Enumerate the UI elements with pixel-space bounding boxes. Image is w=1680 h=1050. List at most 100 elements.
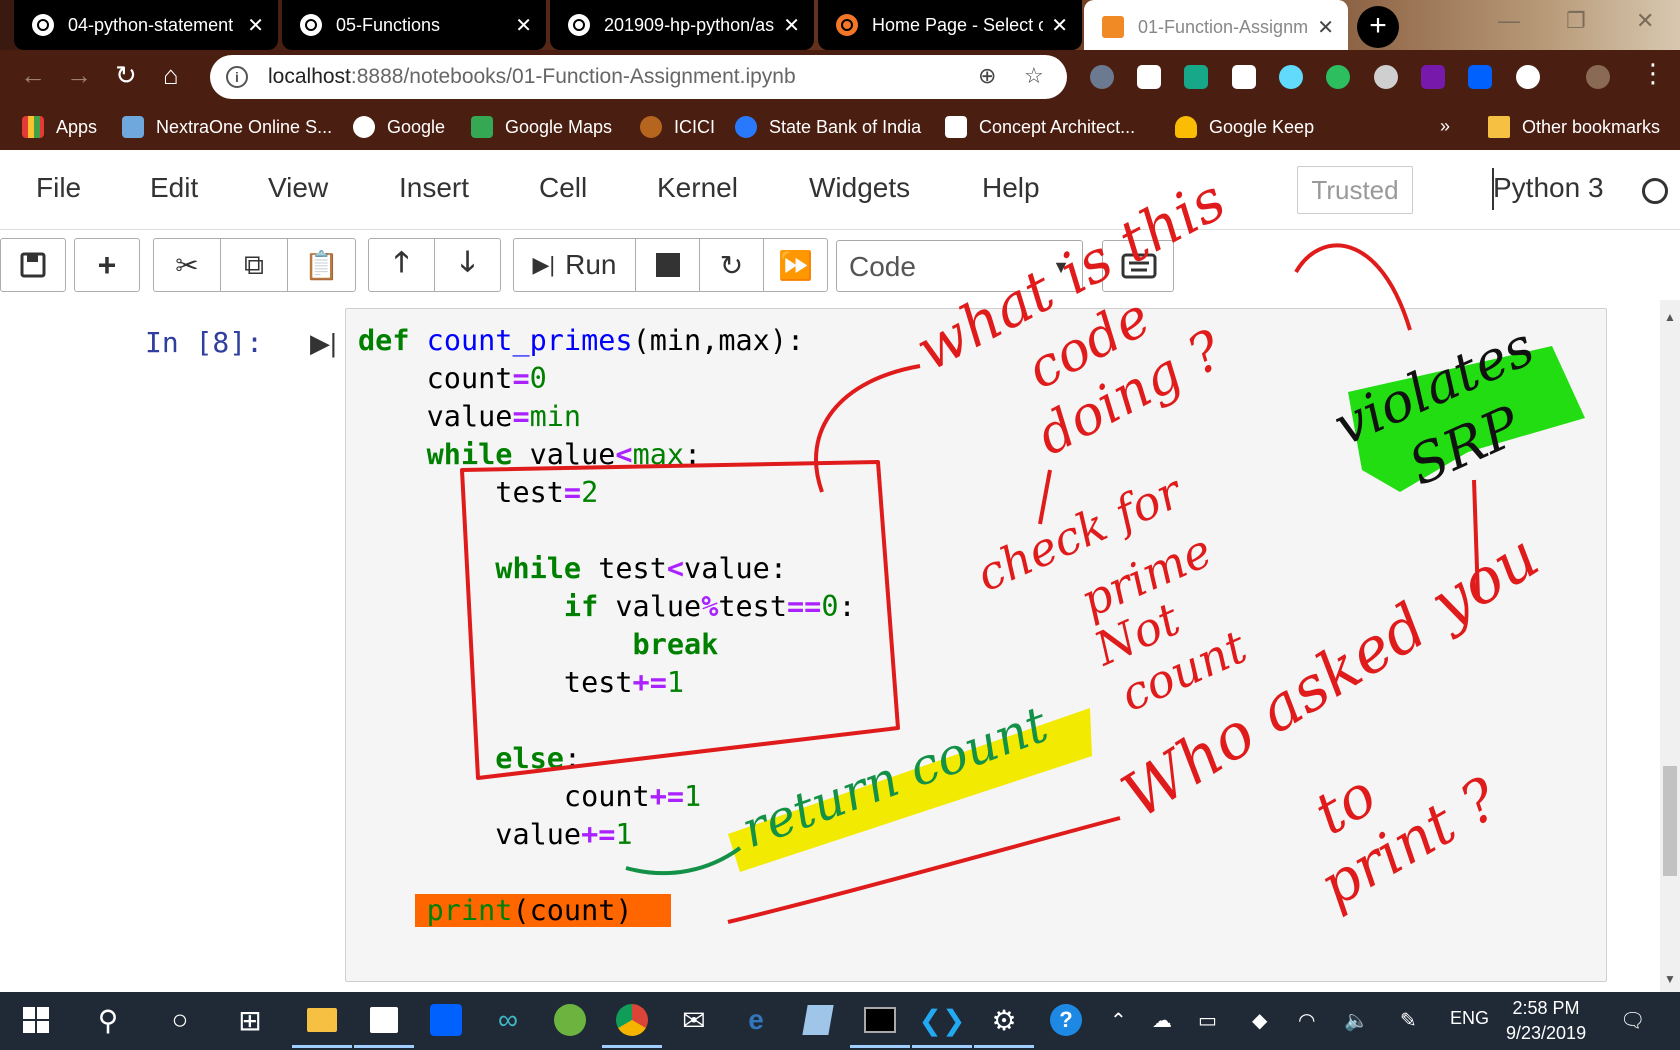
close-tab-icon[interactable]: ✕ <box>783 13 800 38</box>
bookmark-apps[interactable]: Apps <box>22 116 97 138</box>
extension-icon[interactable] <box>1516 65 1540 89</box>
extension-icon[interactable] <box>1374 65 1398 89</box>
info-icon[interactable]: i <box>226 66 248 88</box>
onenote-icon[interactable] <box>1421 65 1445 89</box>
bookmarks-overflow-button[interactable]: » <box>1440 116 1450 137</box>
menu-cell[interactable]: Cell <box>539 172 587 204</box>
other-bookmarks[interactable]: Other bookmarks <box>1488 116 1660 138</box>
onedrive-icon[interactable]: ☁ <box>1152 1008 1172 1033</box>
extension-icon[interactable] <box>1090 65 1114 89</box>
move-up-button[interactable]: 🡑 <box>369 239 435 291</box>
bookmark-star-icon[interactable]: ☆ <box>1024 63 1044 89</box>
edge-icon[interactable]: e <box>736 1000 776 1040</box>
chrome-icon[interactable] <box>602 1000 662 1048</box>
browser-tab[interactable]: Home Page - Select o ✕ <box>818 0 1082 50</box>
notifications-icon[interactable]: 🗨 <box>1620 1008 1645 1033</box>
scroll-down-icon[interactable]: ▼ <box>1664 972 1676 986</box>
reload-icon[interactable]: ↻ <box>115 60 137 91</box>
dropbox-icon[interactable] <box>1468 65 1492 89</box>
notebook-scrollbar[interactable]: ▲ ▼ <box>1660 300 1680 992</box>
home-icon[interactable]: ⌂ <box>163 60 179 91</box>
close-tab-icon[interactable]: ✕ <box>247 13 264 38</box>
profile-avatar[interactable] <box>1586 65 1610 89</box>
restore-icon[interactable]: ❐ <box>1566 8 1586 34</box>
command-palette-button[interactable] <box>1102 240 1174 292</box>
menu-insert[interactable]: Insert <box>399 172 469 204</box>
menu-widgets[interactable]: Widgets <box>809 172 910 204</box>
move-down-button[interactable]: 🡓 <box>435 239 500 291</box>
spring-icon[interactable] <box>550 1000 590 1040</box>
file-explorer-icon[interactable] <box>292 1000 352 1048</box>
dropbox-icon[interactable] <box>426 1000 466 1040</box>
extension-icon[interactable] <box>1184 65 1208 89</box>
gmail-icon <box>945 116 967 138</box>
bookmark-item[interactable]: State Bank of India <box>735 116 921 138</box>
close-window-icon[interactable]: ✕ <box>1636 8 1654 34</box>
cell-type-select[interactable]: Code ▼ <box>836 240 1083 292</box>
vscode-icon[interactable]: ❮❯ <box>912 1000 972 1048</box>
browser-tab[interactable]: 05-Functions ✕ <box>282 0 546 50</box>
evernote-icon[interactable] <box>1326 65 1350 89</box>
extension-icon[interactable] <box>1137 65 1161 89</box>
bookmark-item[interactable]: Google Maps <box>471 116 612 138</box>
system-clock[interactable]: 2:58 PM 9/23/2019 <box>1506 996 1586 1046</box>
save-button[interactable] <box>1 239 65 291</box>
help-icon[interactable]: ? <box>1046 1000 1086 1040</box>
minimize-icon[interactable]: — <box>1498 8 1520 34</box>
search-icon[interactable]: ⚲ <box>88 1000 128 1040</box>
dropbox-tray-icon[interactable]: ◆ <box>1252 1008 1267 1033</box>
start-windows-icon[interactable] <box>16 1000 56 1040</box>
language-indicator[interactable]: ENG <box>1450 1008 1489 1029</box>
cut-button[interactable]: ✂ <box>154 239 221 291</box>
settings-gear-icon[interactable]: ⚙ <box>974 1000 1034 1048</box>
browser-tab[interactable]: 201909-hp-python/as ✕ <box>550 0 814 50</box>
menu-file[interactable]: File <box>36 172 81 204</box>
paste-button[interactable]: 📋 <box>288 239 355 291</box>
interrupt-button[interactable] <box>636 239 700 291</box>
wifi-icon[interactable]: ◠ <box>1298 1008 1315 1033</box>
volume-icon[interactable]: 🔈 <box>1344 1008 1369 1033</box>
bookmark-item[interactable]: ICICI <box>640 116 715 138</box>
battery-icon[interactable]: ▭ <box>1198 1008 1217 1033</box>
close-tab-icon[interactable]: ✕ <box>1051 13 1068 38</box>
browser-tab[interactable]: 04-python-statement ✕ <box>14 0 278 50</box>
address-bar[interactable]: i localhost:8888/notebooks/01-Function-A… <box>210 55 1067 99</box>
run-button[interactable]: ▶| Run <box>514 239 636 291</box>
restart-run-all-button[interactable]: ⏩ <box>764 239 827 291</box>
scrollbar-thumb[interactable] <box>1663 766 1677 876</box>
store-icon[interactable] <box>354 1000 414 1048</box>
menu-help[interactable]: Help <box>982 172 1040 204</box>
bookmark-item[interactable]: Google <box>353 116 445 138</box>
cortana-icon[interactable]: ○ <box>160 1000 200 1040</box>
notepad-icon[interactable] <box>798 1000 838 1040</box>
bookmark-item[interactable]: NextraOne Online S... <box>122 116 332 138</box>
new-tab-button[interactable]: + <box>1357 6 1399 48</box>
menu-view[interactable]: View <box>268 172 328 204</box>
close-tab-icon[interactable]: ✕ <box>515 13 532 38</box>
menu-kebab-icon[interactable]: ⋮ <box>1640 58 1666 89</box>
forward-icon[interactable]: → <box>66 60 92 91</box>
arduino-icon[interactable]: ∞ <box>488 1000 528 1040</box>
zoom-icon[interactable]: ⊕ <box>978 63 996 89</box>
insert-cell-button[interactable]: + <box>75 239 139 291</box>
run-cell-icon[interactable]: ▶| <box>310 328 337 359</box>
bookmark-item[interactable]: Concept Architect... <box>945 116 1135 138</box>
restart-button[interactable]: ↻ <box>700 239 764 291</box>
mail-icon[interactable]: ✉ <box>674 1000 714 1040</box>
trusted-indicator[interactable]: Trusted <box>1297 166 1413 214</box>
code-editor[interactable]: def count_primes(min,max): count=0 value… <box>358 322 856 930</box>
menu-kernel[interactable]: Kernel <box>657 172 738 204</box>
chevron-up-icon[interactable]: ⌃ <box>1110 1008 1127 1033</box>
task-view-icon[interactable]: ⊞ <box>230 1000 270 1040</box>
pen-icon[interactable]: ✎ <box>1400 1008 1417 1033</box>
bookmark-item[interactable]: Google Keep <box>1175 116 1314 138</box>
back-icon[interactable]: ← <box>20 60 46 91</box>
terminal-icon[interactable] <box>850 1000 910 1048</box>
scroll-up-icon[interactable]: ▲ <box>1664 310 1676 324</box>
copy-button[interactable]: ⧉ <box>221 239 288 291</box>
close-tab-icon[interactable]: ✕ <box>1317 15 1334 40</box>
menu-edit[interactable]: Edit <box>150 172 198 204</box>
react-icon[interactable] <box>1279 65 1303 89</box>
browser-tab-active[interactable]: 01-Function-Assignm ✕ <box>1084 0 1348 54</box>
gmail-icon[interactable] <box>1232 65 1256 89</box>
